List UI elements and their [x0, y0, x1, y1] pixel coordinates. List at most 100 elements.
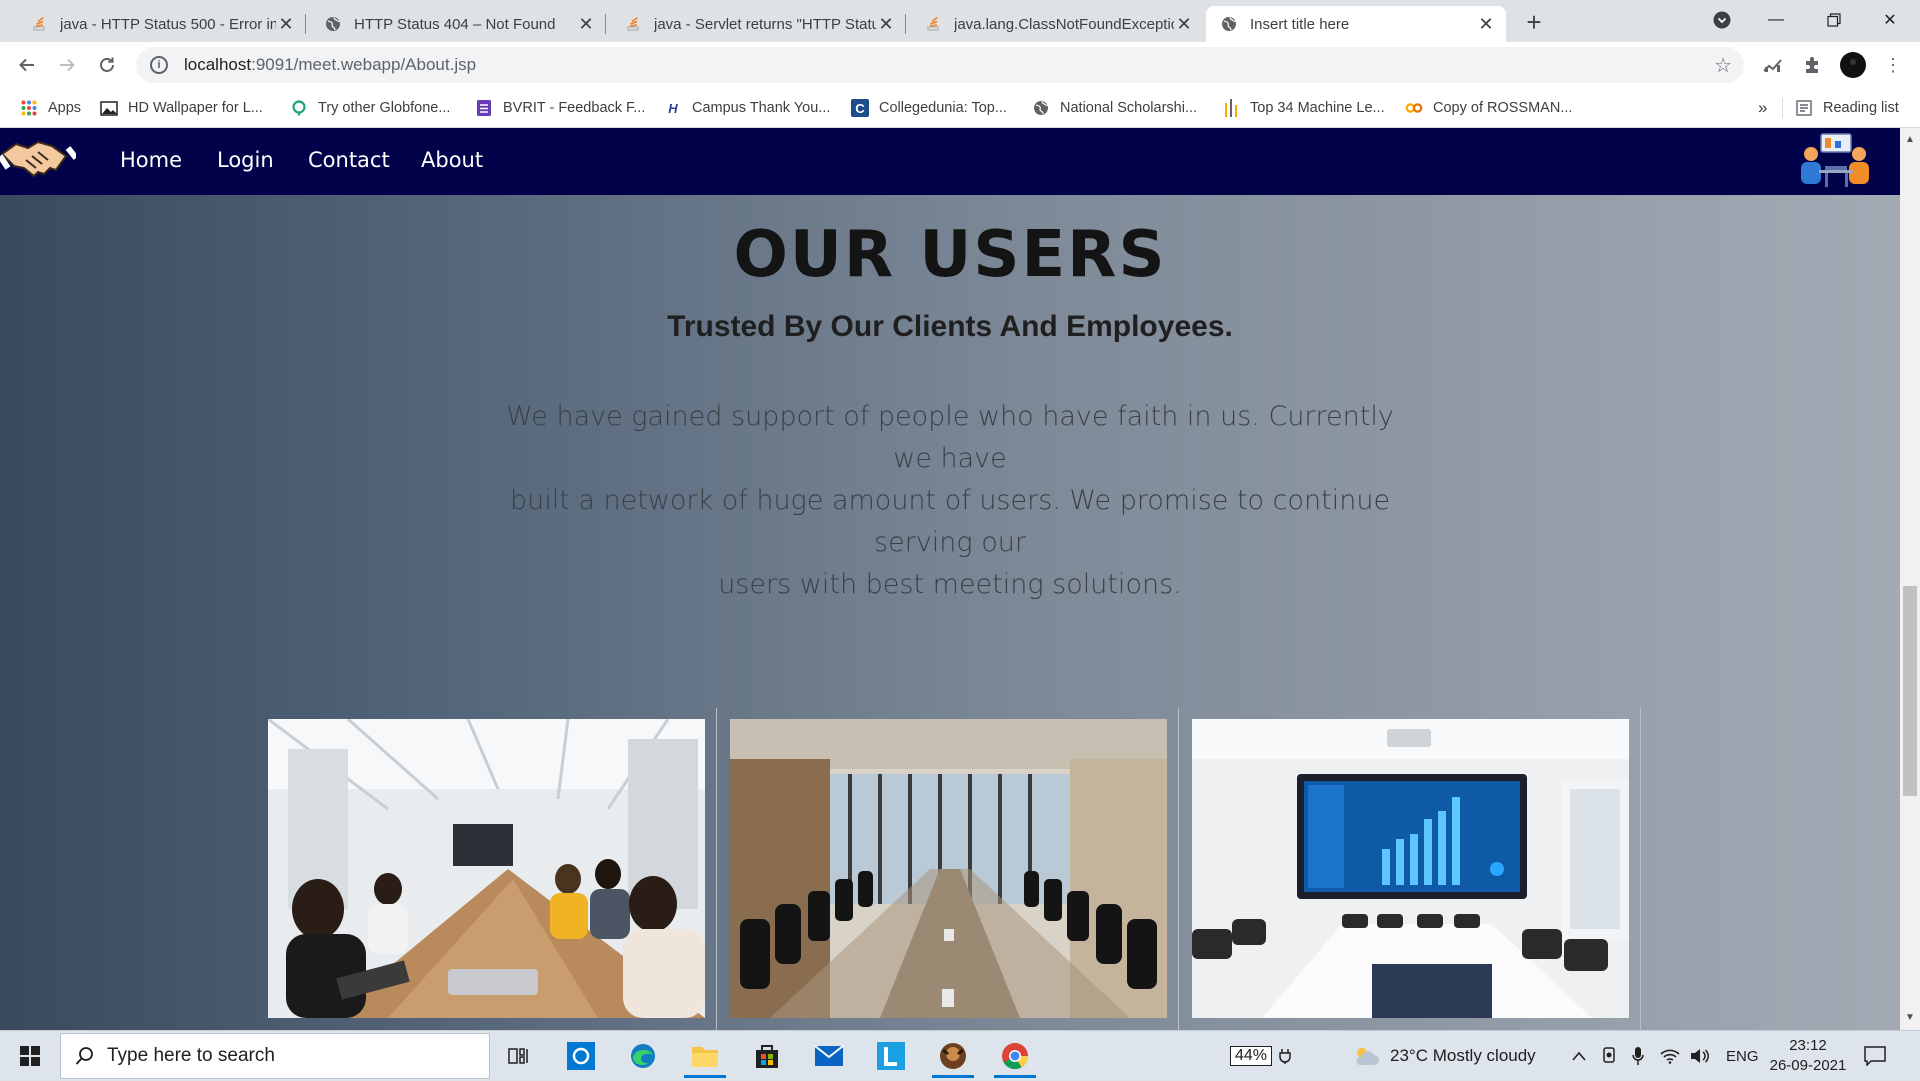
nav-home-link[interactable]: Home — [120, 148, 182, 172]
apps-grid-icon — [20, 99, 38, 117]
page-viewport: Home Login Contact About OUR USERS Trust… — [0, 128, 1900, 1030]
image-icon — [100, 99, 118, 117]
bookmark-machine-learning[interactable]: Top 34 Machine Le... — [1222, 88, 1385, 128]
mail-app-button[interactable] — [804, 1034, 854, 1078]
handshake-logo-icon[interactable] — [0, 134, 76, 188]
bookmarks-overflow-button[interactable]: » — [1758, 88, 1767, 128]
bookmark-national-scholarship[interactable]: National Scholarshi... — [1032, 88, 1197, 128]
tab-search-button[interactable] — [1694, 0, 1750, 40]
l-app-button[interactable] — [866, 1034, 916, 1078]
tab-http-500[interactable]: java - HTTP Status 500 - Error ins ✕ — [16, 6, 306, 42]
forward-button[interactable] — [52, 50, 82, 80]
cortana-app-button[interactable] — [556, 1034, 606, 1078]
notifications-button[interactable] — [1864, 1031, 1886, 1081]
reading-list-button[interactable]: Reading list — [1795, 88, 1899, 128]
address-bar[interactable]: i localhost:9091/meet.webapp/About.jsp ☆ — [136, 47, 1744, 83]
battery-indicator[interactable]: 44% — [1230, 1031, 1292, 1081]
volume-tray-icon[interactable] — [1690, 1031, 1710, 1081]
weather-widget[interactable]: 23°C Mostly cloudy — [1352, 1031, 1536, 1081]
nav-contact-link[interactable]: Contact — [308, 148, 390, 172]
scroll-down-arrow-icon[interactable]: ▼ — [1905, 1012, 1915, 1023]
tab-title: java - Servlet returns "HTTP Statu — [654, 15, 876, 33]
taskbar-search-box[interactable]: Type here to search — [60, 1033, 490, 1079]
photo-divider — [1640, 708, 1641, 1030]
folder-icon — [692, 1047, 718, 1067]
bookmark-label: BVRIT - Feedback F... — [503, 100, 646, 116]
scrollbar-thumb[interactable] — [1903, 586, 1917, 796]
site-navbar: Home Login Contact About — [0, 128, 1900, 195]
bookmark-bvrit-feedback[interactable]: BVRIT - Feedback F... — [475, 88, 645, 128]
close-icon[interactable]: ✕ — [576, 14, 596, 34]
bookmark-label: Copy of ROSSMAN... — [1433, 100, 1573, 116]
show-hidden-icons-button[interactable] — [1572, 1031, 1586, 1081]
bookmark-label: National Scholarshi... — [1060, 100, 1198, 116]
profile-avatar-icon[interactable] — [1840, 52, 1866, 78]
media-router-icon[interactable] — [1760, 52, 1786, 78]
store-bag-icon — [756, 1045, 778, 1068]
mail-icon — [814, 1045, 844, 1066]
globfone-icon — [290, 99, 308, 117]
edge-app-button[interactable] — [618, 1034, 668, 1078]
game-app-button[interactable] — [928, 1034, 978, 1078]
store-app-button[interactable] — [742, 1034, 792, 1078]
reload-button[interactable] — [92, 50, 122, 80]
microphone-tray-icon[interactable] — [1632, 1031, 1644, 1081]
meeting-device-icon — [1603, 1047, 1615, 1063]
forward-arrow-icon — [60, 58, 75, 72]
start-button[interactable] — [0, 1031, 60, 1081]
file-explorer-app-button[interactable] — [680, 1034, 730, 1078]
scroll-up-arrow-icon[interactable]: ▲ — [1905, 134, 1915, 145]
extensions-puzzle-icon[interactable] — [1800, 52, 1826, 78]
close-icon[interactable]: ✕ — [1174, 14, 1194, 34]
intro-paragraph: We have gained support of people who hav… — [490, 396, 1410, 606]
clock[interactable]: 23:12 26-09-2021 — [1768, 1031, 1848, 1081]
edge-icon — [631, 1044, 655, 1068]
url-host: localhost — [184, 55, 252, 74]
new-tab-button[interactable]: + — [1520, 7, 1548, 37]
bookmark-label: Collegedunia: Top... — [879, 100, 1007, 116]
bookmark-campus-thank-you[interactable]: H Campus Thank You... — [664, 88, 830, 128]
colab-icon — [1405, 99, 1423, 117]
restore-icon — [1827, 13, 1841, 27]
wifi-tray-icon[interactable] — [1660, 1031, 1680, 1081]
tab-active-insert-title[interactable]: Insert title here ✕ — [1206, 6, 1506, 42]
nav-about-link[interactable]: About — [421, 148, 483, 172]
device-tray-icon[interactable] — [1602, 1031, 1618, 1081]
bookmark-hd-wallpaper[interactable]: HD Wallpaper for L... — [100, 88, 263, 128]
tab-title: HTTP Status 404 – Not Found — [354, 15, 556, 33]
minimize-button[interactable]: — — [1748, 0, 1804, 40]
search-placeholder: Type here to search — [107, 1045, 275, 1066]
close-window-button[interactable]: ✕ — [1862, 0, 1918, 40]
page-subtitle: Trusted By Our Clients And Employees. — [667, 310, 1233, 343]
kebab-menu-icon[interactable]: ⋮ — [1880, 52, 1906, 78]
language-indicator[interactable]: ENG — [1726, 1031, 1759, 1081]
tab-classnotfound[interactable]: java.lang.ClassNotFoundExceptio ✕ — [910, 6, 1204, 42]
tab-http-404[interactable]: HTTP Status 404 – Not Found ✕ — [310, 6, 606, 42]
site-info-icon[interactable]: i — [150, 56, 168, 74]
windows-logo-icon — [20, 1046, 40, 1066]
bookmarks-bar: Apps HD Wallpaper for L... Try other Glo… — [0, 88, 1920, 128]
weather-text: 23°C Mostly cloudy — [1390, 1046, 1536, 1065]
bookmark-apps[interactable]: Apps — [20, 88, 81, 128]
tab-separator — [905, 14, 906, 34]
restore-button[interactable] — [1806, 0, 1862, 40]
bookmark-globfone[interactable]: Try other Globfone... — [290, 88, 450, 128]
tab-servlet[interactable]: java - Servlet returns "HTTP Statu ✕ — [610, 6, 906, 42]
back-button[interactable] — [12, 50, 42, 80]
bookmark-star-icon[interactable]: ☆ — [1714, 53, 1732, 78]
close-icon[interactable]: ✕ — [1476, 14, 1496, 34]
bookmark-rossman[interactable]: Copy of ROSSMAN... — [1405, 88, 1572, 128]
task-view-button[interactable] — [494, 1034, 544, 1078]
close-icon[interactable]: ✕ — [876, 14, 896, 34]
tab-separator — [305, 14, 306, 34]
globe-icon — [1220, 15, 1238, 33]
page-scrollbar[interactable]: ▲ ▼ — [1900, 128, 1920, 1030]
chrome-app-button[interactable] — [990, 1034, 1040, 1078]
stackoverflow-icon — [30, 15, 48, 33]
speaker-icon — [1691, 1049, 1709, 1063]
windows-taskbar: Type here to search 44% 23°C Mostly clou… — [0, 1030, 1920, 1080]
bookmark-collegedunia[interactable]: C Collegedunia: Top... — [851, 88, 1007, 128]
nav-login-link[interactable]: Login — [217, 148, 274, 172]
power-plug-icon — [1279, 1049, 1291, 1064]
close-icon[interactable]: ✕ — [276, 14, 296, 34]
